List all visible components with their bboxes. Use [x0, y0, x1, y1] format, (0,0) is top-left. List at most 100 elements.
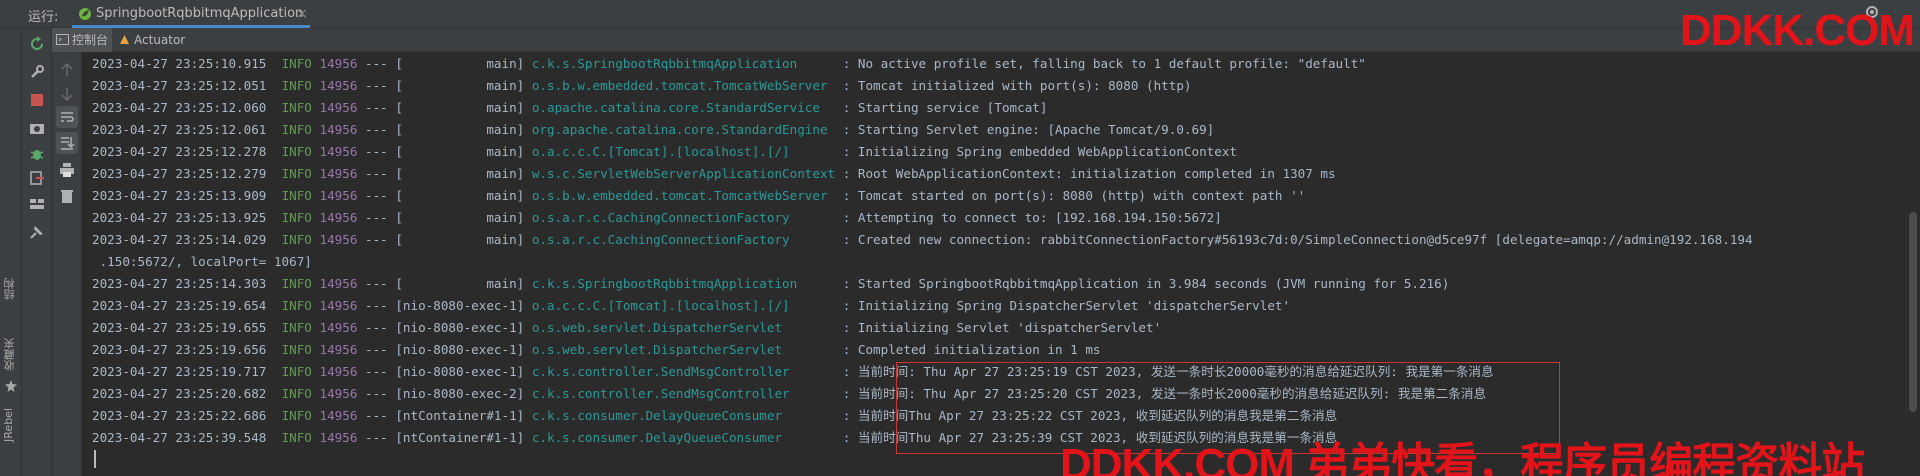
- log-thread: ntContainer#1-1]: [402, 430, 525, 445]
- log-thread: nio-8080-exec-1]: [402, 364, 525, 379]
- log-pid: 14956: [319, 276, 358, 291]
- run-config-tab-title: SpringbootRqbbitmqApplication: [96, 6, 304, 21]
- log-timestamp: 2023-04-27 23:25:22.686: [92, 408, 267, 423]
- soft-wrap-toggle[interactable]: [56, 106, 78, 128]
- log-line: .150:5672/, localPort= 1067]: [92, 251, 1753, 273]
- log-pid: 14956: [319, 210, 358, 225]
- exit-icon[interactable]: [29, 170, 45, 186]
- trash-icon[interactable]: [59, 188, 75, 204]
- log-logger: c.k.s.controller.SendMsgController: [531, 386, 836, 401]
- console-subtabs: 控制台 Actuator: [52, 28, 1920, 52]
- pin-icon[interactable]: [29, 224, 45, 240]
- log-message: : Root WebApplicationContext: initializa…: [835, 166, 1336, 181]
- log-level: INFO: [281, 122, 312, 137]
- log-pid: 14956: [319, 144, 358, 159]
- log-line: 2023-04-27 23:25:13.909 INFO 14956 --- […: [92, 185, 1753, 207]
- log-pid: 14956: [319, 364, 358, 379]
- scroll-to-end-icon: [61, 137, 75, 150]
- run-config-tab[interactable]: SpringbootRqbbitmqApplication ×: [72, 0, 310, 28]
- log-logger: c.k.s.SpringbootRqbbitmqApplication: [531, 56, 836, 71]
- log-timestamp: 2023-04-27 23:25:19.656: [92, 342, 267, 357]
- log-message: : Created new connection: rabbitConnecti…: [835, 232, 1753, 247]
- log-separator: --- [: [357, 166, 403, 181]
- tab-console[interactable]: 控制台: [52, 28, 112, 52]
- console-scrollbar[interactable]: [1906, 52, 1920, 476]
- log-thread: main]: [402, 210, 525, 225]
- log-pid: 14956: [319, 386, 358, 401]
- log-timestamp: 2023-04-27 23:25:13.925: [92, 210, 267, 225]
- log-timestamp: 2023-04-27 23:25:39.548: [92, 430, 267, 445]
- log-thread: main]: [402, 122, 525, 137]
- log-line: 2023-04-27 23:25:19.656 INFO 14956 --- […: [92, 339, 1753, 361]
- run-label: 运行:: [28, 10, 59, 25]
- spring-leaf-icon: [79, 8, 91, 20]
- layout-icon[interactable]: [29, 196, 45, 212]
- scrollbar-thumb[interactable]: [1909, 212, 1917, 412]
- favorites-side-tab[interactable]: 收藏夹: [2, 338, 20, 371]
- log-thread: main]: [402, 188, 525, 203]
- wrench-icon[interactable]: [29, 64, 45, 80]
- stop-icon[interactable]: [29, 92, 45, 108]
- log-pid: 14956: [319, 78, 358, 93]
- left-tool-strip: 结构 收藏夹 JRebel: [0, 28, 22, 476]
- log-thread: nio-8080-exec-1]: [402, 342, 525, 357]
- log-message: : Tomcat started on port(s): 8080 (http)…: [835, 188, 1306, 203]
- log-logger: c.k.s.consumer.DelayQueueConsumer: [531, 430, 836, 445]
- camera-icon[interactable]: [29, 120, 45, 136]
- log-thread: main]: [402, 232, 525, 247]
- tab-actuator[interactable]: Actuator: [114, 28, 185, 52]
- run-tool-window-header: 运行: SpringbootRqbbitmqApplication ×: [0, 0, 1920, 28]
- debug-bug-icon[interactable]: [29, 146, 45, 162]
- log-message: : Initializing Spring embedded WebApplic…: [835, 144, 1237, 159]
- log-logger: o.s.b.w.embedded.tomcat.TomcatWebServer: [531, 78, 836, 93]
- log-timestamp: 2023-04-27 23:25:10.915: [92, 56, 267, 71]
- log-level: INFO: [281, 298, 312, 313]
- log-message: : Initializing Servlet 'dispatcherServle…: [835, 320, 1162, 335]
- print-icon[interactable]: [59, 162, 75, 178]
- close-icon[interactable]: ×: [294, 0, 310, 28]
- console-toolbar: [52, 52, 82, 476]
- log-logger: org.apache.catalina.core.StandardEngine: [531, 122, 836, 137]
- log-logger: o.a.c.c.C.[Tomcat].[localhost].[/]: [531, 144, 836, 159]
- log-pid: 14956: [319, 232, 358, 247]
- log-thread: nio-8080-exec-1]: [402, 298, 525, 313]
- log-pid: 14956: [319, 320, 358, 335]
- log-thread: main]: [402, 144, 525, 159]
- watermark-bottom: DDKK.COM 弟弟快看，程序员编程资料站: [1060, 440, 1865, 476]
- log-level: INFO: [281, 78, 312, 93]
- log-level: INFO: [281, 320, 312, 335]
- arrow-up-icon[interactable]: [59, 62, 75, 78]
- log-logger: o.s.web.servlet.DispatcherServlet: [531, 342, 836, 357]
- scroll-to-end-toggle[interactable]: [56, 132, 78, 154]
- log-line: 2023-04-27 23:25:12.060 INFO 14956 --- […: [92, 97, 1753, 119]
- log-logger: c.k.s.controller.SendMsgController: [531, 364, 836, 379]
- jrebel-side-tab[interactable]: JRebel: [2, 408, 20, 442]
- log-timestamp: 2023-04-27 23:25:20.682: [92, 386, 267, 401]
- log-message: : Starting Servlet engine: [Apache Tomca…: [835, 122, 1215, 137]
- log-logger: c.k.s.consumer.DelayQueueConsumer: [531, 408, 836, 423]
- log-line: 2023-04-27 23:25:19.654 INFO 14956 --- […: [92, 295, 1753, 317]
- log-level: INFO: [281, 166, 312, 181]
- log-logger: o.s.a.r.c.CachingConnectionFactory: [531, 210, 836, 225]
- run-toolbar: [22, 28, 52, 476]
- log-thread: main]: [402, 276, 525, 291]
- log-level: INFO: [281, 342, 312, 357]
- log-timestamp: 2023-04-27 23:25:19.655: [92, 320, 267, 335]
- log-pid: 14956: [319, 166, 358, 181]
- arrow-down-icon[interactable]: [59, 86, 75, 102]
- log-pid: 14956: [319, 122, 358, 137]
- log-pid: 14956: [319, 56, 358, 71]
- log-line: 2023-04-27 23:25:19.655 INFO 14956 --- […: [92, 317, 1753, 339]
- log-timestamp: 2023-04-27 23:25:12.279: [92, 166, 267, 181]
- log-message: : Completed initialization in 1 ms: [835, 342, 1101, 357]
- log-thread: ntContainer#1-1]: [402, 408, 525, 423]
- structure-side-tab[interactable]: 结构: [2, 278, 20, 300]
- log-logger: o.s.b.w.embedded.tomcat.TomcatWebServer: [531, 188, 836, 203]
- log-thread: main]: [402, 166, 525, 181]
- rerun-icon[interactable]: [29, 36, 45, 52]
- log-timestamp: 2023-04-27 23:25:19.717: [92, 364, 267, 379]
- log-pid: 14956: [319, 188, 358, 203]
- log-separator: --- [: [357, 100, 403, 115]
- log-separator: --- [: [357, 144, 403, 159]
- log-level: INFO: [281, 408, 312, 423]
